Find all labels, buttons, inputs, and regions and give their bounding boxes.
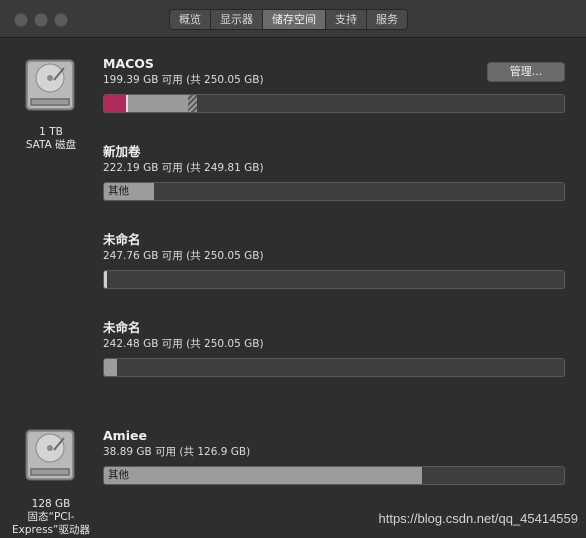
about-this-mac-window: 概览 显示器 储存空间 支持 服务 1 TB SATA 磁盘 128 GB 固态… (0, 0, 586, 538)
segment-other[interactable]: 其他 (104, 467, 422, 484)
segment-apps[interactable] (128, 95, 188, 112)
volume-macos: MACOS 199.39 GB 可用 (共 250.05 GB) (103, 56, 566, 113)
minimize-button[interactable] (34, 13, 48, 27)
volume-name: Amiee (103, 428, 147, 443)
tab-storage[interactable]: 储存空间 (263, 10, 326, 29)
tab-overview[interactable]: 概览 (170, 10, 211, 29)
volume-name: MACOS (103, 56, 154, 71)
volume-capacity: 38.89 GB 可用 (共 126.9 GB) (103, 446, 251, 458)
usage-bar[interactable]: 其他 (103, 182, 565, 201)
volume-name: 新加卷 (103, 144, 141, 159)
volume-unnamed-2: 未命名 242.48 GB 可用 (共 250.05 GB) (103, 320, 566, 377)
volume-name: 未命名 (103, 320, 141, 335)
volume-capacity: 247.76 GB 可用 (共 250.05 GB) (103, 250, 264, 262)
volume-capacity: 242.48 GB 可用 (共 250.05 GB) (103, 338, 264, 350)
volume-capacity: 222.19 GB 可用 (共 249.81 GB) (103, 162, 264, 174)
usage-bar[interactable] (103, 270, 565, 289)
volume-amiee: Amiee 38.89 GB 可用 (共 126.9 GB) 其他 (103, 428, 566, 485)
drive-label-sata: 1 TB SATA 磁盘 (25, 126, 77, 151)
tab-service[interactable]: 服务 (367, 10, 407, 29)
volume-capacity: 199.39 GB 可用 (共 250.05 GB) (103, 74, 264, 86)
storage-content: 1 TB SATA 磁盘 128 GB 固态“PCI- Express”驱动器 … (0, 38, 586, 538)
ssd-drive-icon (25, 429, 75, 481)
watermark-text: https://blog.csdn.net/qq_45414559 (378, 511, 579, 526)
tab-bar: 概览 显示器 储存空间 支持 服务 (169, 9, 408, 30)
segment-other[interactable] (104, 359, 117, 376)
zoom-button[interactable] (54, 13, 68, 27)
drive-label-ssd: 128 GB 固态“PCI- Express”驱动器 (12, 498, 90, 536)
volume-new: 新加卷 222.19 GB 可用 (共 249.81 GB) 其他 (103, 144, 566, 201)
hard-drive-icon (25, 59, 75, 111)
usage-bar[interactable] (103, 94, 565, 113)
tab-displays[interactable]: 显示器 (211, 10, 263, 29)
tab-support[interactable]: 支持 (326, 10, 367, 29)
volume-unnamed-1: 未命名 247.76 GB 可用 (共 250.05 GB) (103, 232, 566, 289)
segment-label: 其他 (108, 469, 129, 481)
segment-label: 其他 (108, 185, 129, 197)
close-button[interactable] (14, 13, 28, 27)
segment-other[interactable] (104, 271, 107, 288)
usage-bar[interactable] (103, 358, 565, 377)
segment-purgeable[interactable] (188, 95, 197, 112)
segment-other[interactable]: 其他 (104, 183, 154, 200)
segment-system[interactable] (104, 95, 126, 112)
usage-bar[interactable]: 其他 (103, 466, 565, 485)
title-bar: 概览 显示器 储存空间 支持 服务 (0, 0, 586, 38)
volume-name: 未命名 (103, 232, 141, 247)
scrollbar[interactable] (577, 40, 584, 528)
